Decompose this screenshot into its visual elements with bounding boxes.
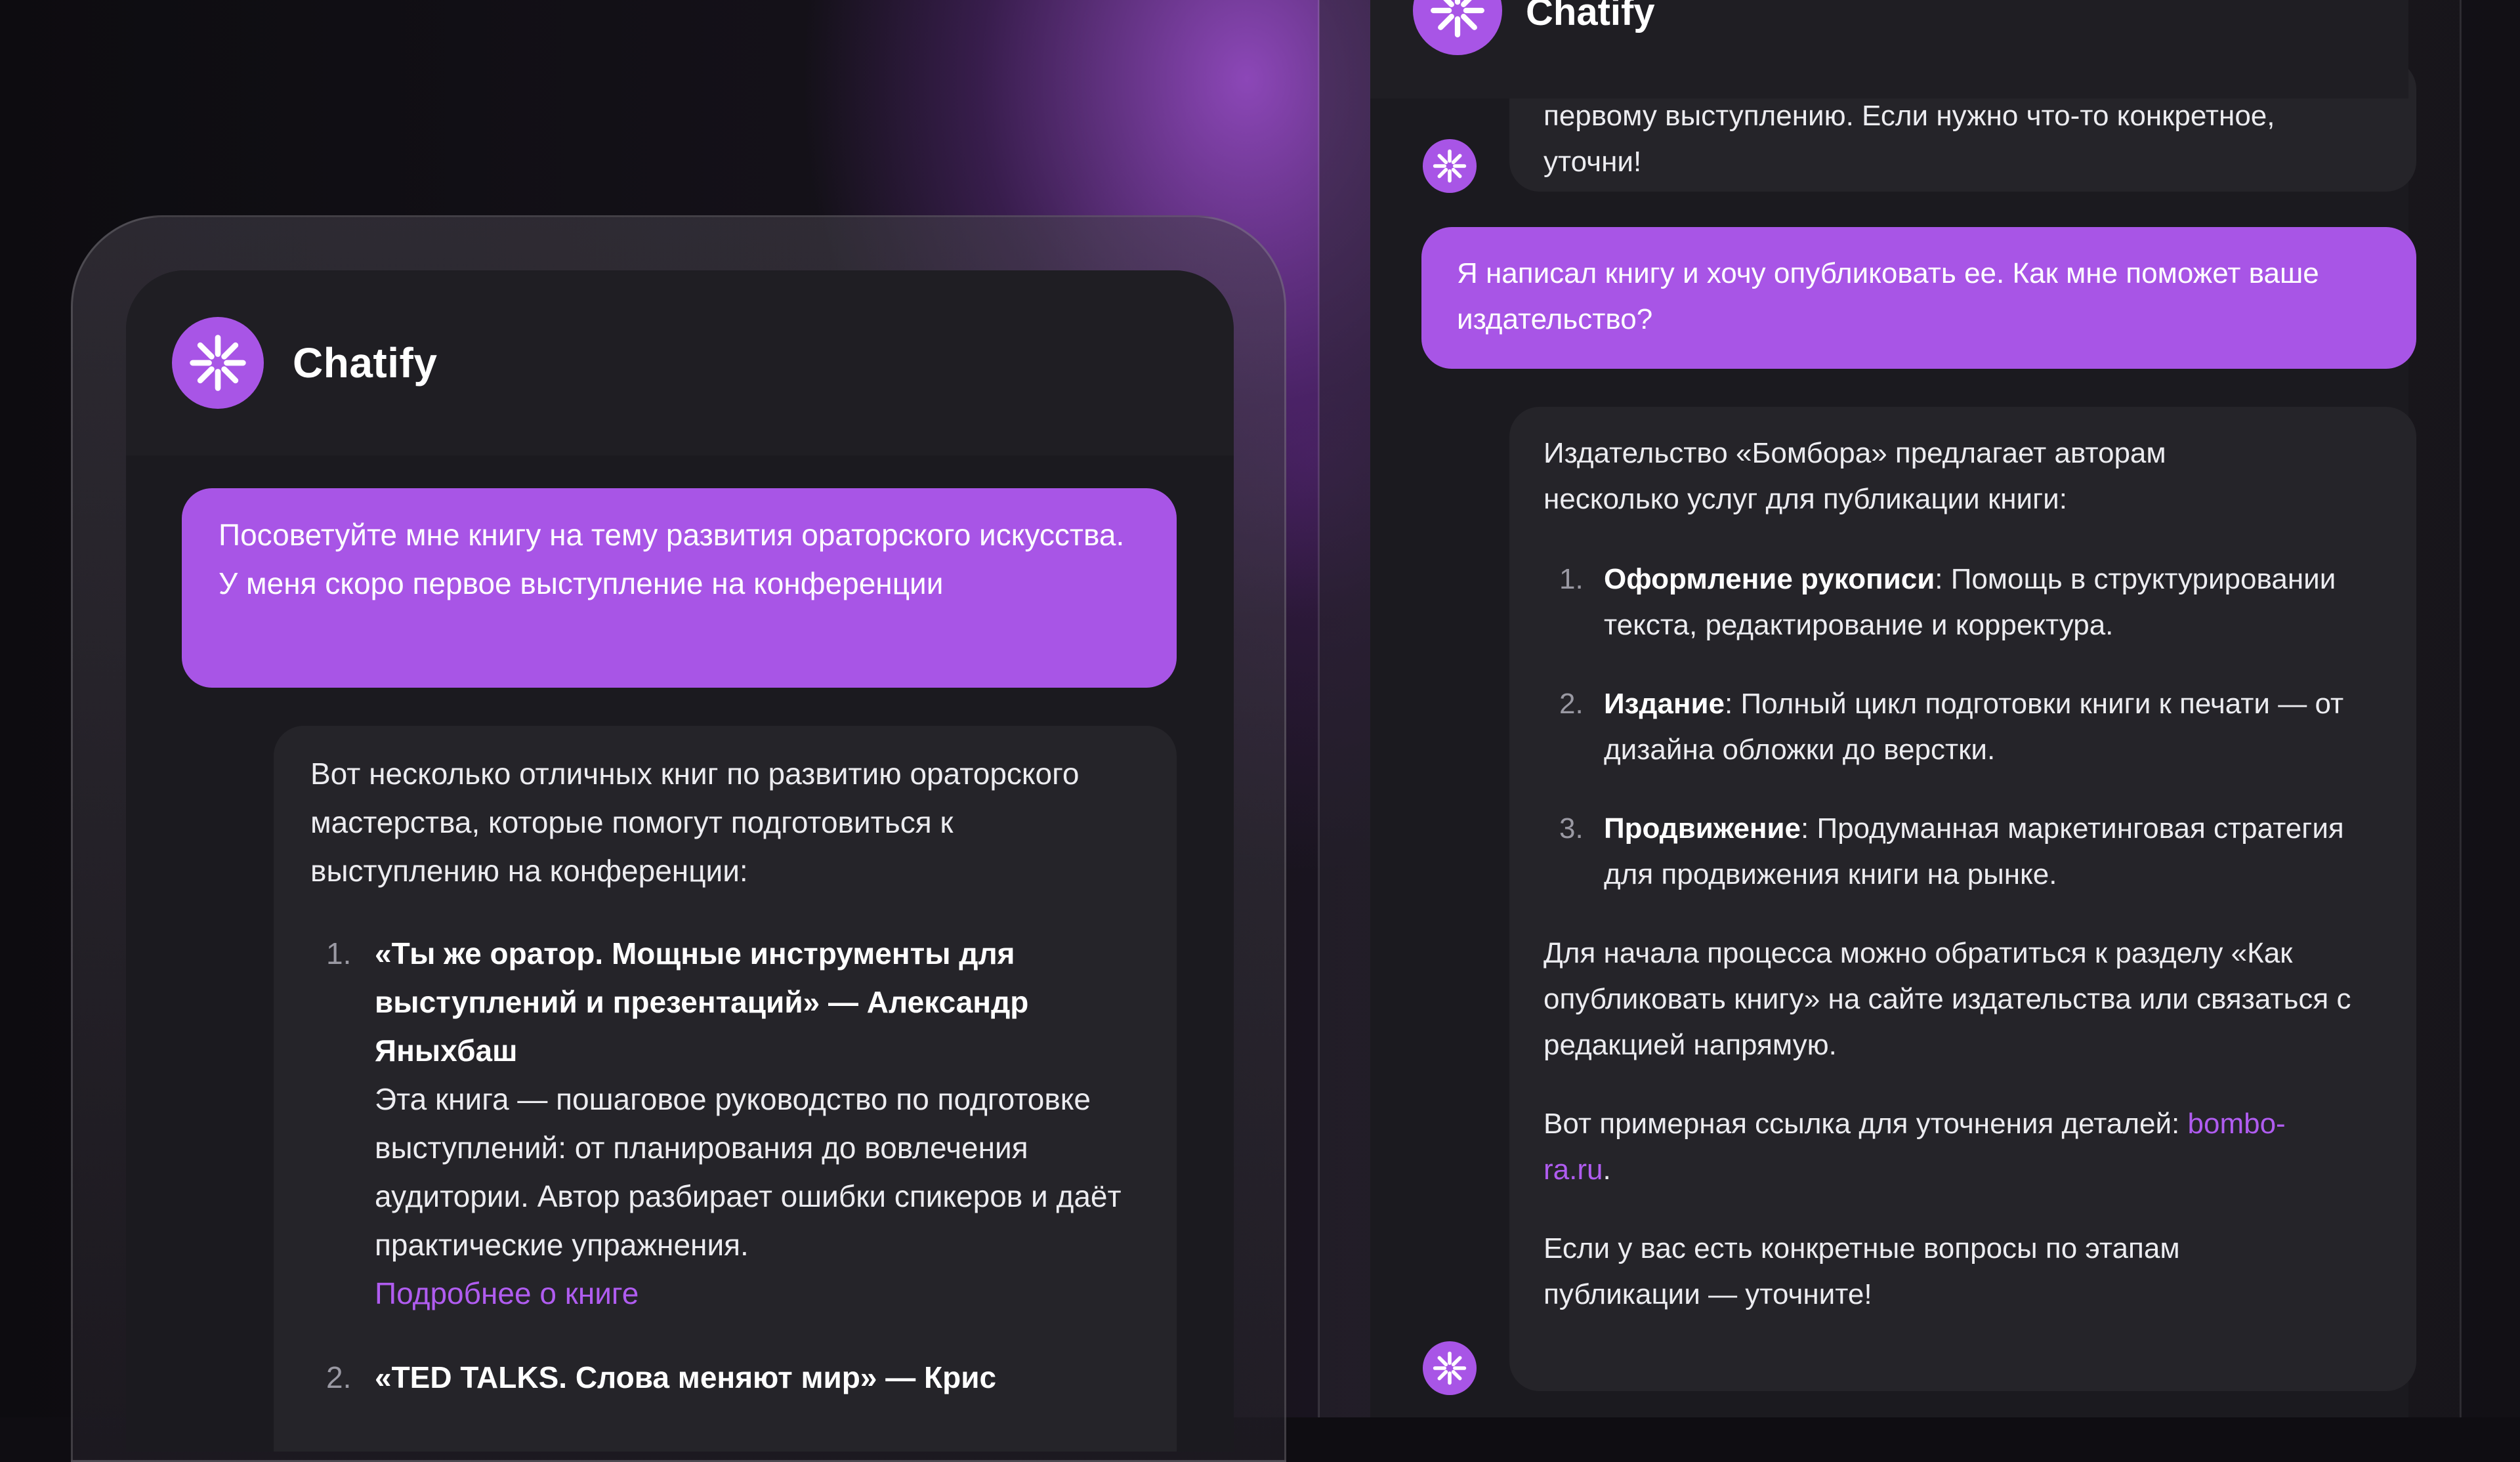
list-item: 1. Оформление рукописи: Помощь в структу… (1544, 556, 2382, 648)
bot-intro-text: Издательство «Бомбора» предлагает автора… (1544, 437, 2166, 515)
bot-avatar (1423, 1341, 1477, 1395)
service-name: Оформление рукописи (1604, 563, 1935, 595)
list-number: 1. (326, 936, 352, 971)
contact-text: Для начала процесса можно обратиться к р… (1544, 937, 2351, 1061)
chat-header: Chatify (126, 270, 1234, 455)
app-title: Chatify (293, 339, 438, 386)
bot-avatar (1423, 139, 1477, 193)
panel-divider (1318, 0, 1320, 1417)
book-description: Эта книга — пошаговое руководство по под… (375, 1082, 1122, 1262)
list-number: 3. (1559, 812, 1584, 845)
book-list: 1. «Ты же оратор. Мощные инструменты для… (310, 929, 1140, 1402)
sparkle-asterisk-icon (190, 335, 246, 391)
chat-header-right: Chatify (1370, 0, 2408, 98)
sparkle-asterisk-icon (1433, 149, 1467, 183)
chat-screen-left[interactable]: Chatify Посоветуйте мне книгу на тему ра… (126, 270, 1234, 1452)
prev-bot-text-line: первому выступлению. Если нужно что-то к… (1544, 100, 2275, 132)
chat-screen-right[interactable]: первому выступлению. Если нужно что-то к… (1370, 59, 2416, 1417)
bot-message-bubble: Издательство «Бомбора» предлагает автора… (1509, 407, 2416, 1391)
link-suffix: . (1603, 1154, 1611, 1186)
book-title: «Ты же оратор. Мощные инструменты для вы… (375, 929, 1140, 1075)
list-item: 2. Издание: Полный цикл подготовки книги… (1544, 681, 2382, 773)
bot-intro-text: Вот несколько отличных книг по развитию … (310, 757, 1080, 888)
list-item: 2. «TED TALKS. Слова меняют мир» — Крис (310, 1353, 1140, 1402)
service-name: Продвижение (1604, 812, 1801, 845)
publisher-link[interactable]: bombo- (2188, 1108, 2286, 1140)
link-prefix-text: Вот примерная ссылка для уточнения детал… (1544, 1108, 2188, 1140)
service-name: Издание (1604, 688, 1725, 720)
list-number: 2. (326, 1360, 352, 1394)
services-list: 1. Оформление рукописи: Помощь в структу… (1544, 556, 2382, 898)
app-logo (172, 317, 264, 409)
closing-text: Если у вас есть конкретные вопросы по эт… (1544, 1232, 2180, 1310)
sparkle-asterisk-icon (1433, 1351, 1467, 1385)
list-item: 3. Продвижение: Продуманная маркетингова… (1544, 806, 2382, 898)
user-message-text: Посоветуйте мне книгу на тему развития о… (219, 518, 1125, 600)
prev-bot-text-line: уточни! (1544, 146, 1642, 178)
list-item: 1. «Ты же оратор. Мощные инструменты для… (310, 929, 1140, 1318)
user-message-bubble: Я написал книгу и хочу опубликовать ее. … (1421, 227, 2416, 369)
sparkle-asterisk-icon (1431, 0, 1484, 37)
bot-message-bubble: Вот несколько отличных книг по развитию … (274, 726, 1177, 1452)
list-number: 1. (1559, 563, 1584, 595)
book-title-line: «Ты же оратор. Мощные инструменты для (375, 936, 1015, 971)
app-title: Chatify (1526, 0, 1655, 33)
panel-divider-right (2460, 0, 2462, 1417)
publisher-link-continued[interactable]: ra.ru (1544, 1154, 1603, 1186)
list-number: 2. (1559, 688, 1584, 720)
book-title: «TED TALKS. Слова меняют мир» — Крис (375, 1360, 997, 1394)
link-paragraph: Вот примерная ссылка для уточнения детал… (1544, 1101, 2382, 1193)
book-title-line: Яныхбаш (375, 1034, 518, 1068)
user-message-text: Я написал книгу и хочу опубликовать ее. … (1457, 257, 2319, 335)
user-message-bubble: Посоветуйте мне книгу на тему развития о… (182, 488, 1177, 688)
book-title-line: выступлений и презентаций» — Александр (375, 985, 1029, 1019)
book-details-link[interactable]: Подробнее о книге (375, 1269, 1140, 1318)
app-logo (1413, 0, 1502, 55)
